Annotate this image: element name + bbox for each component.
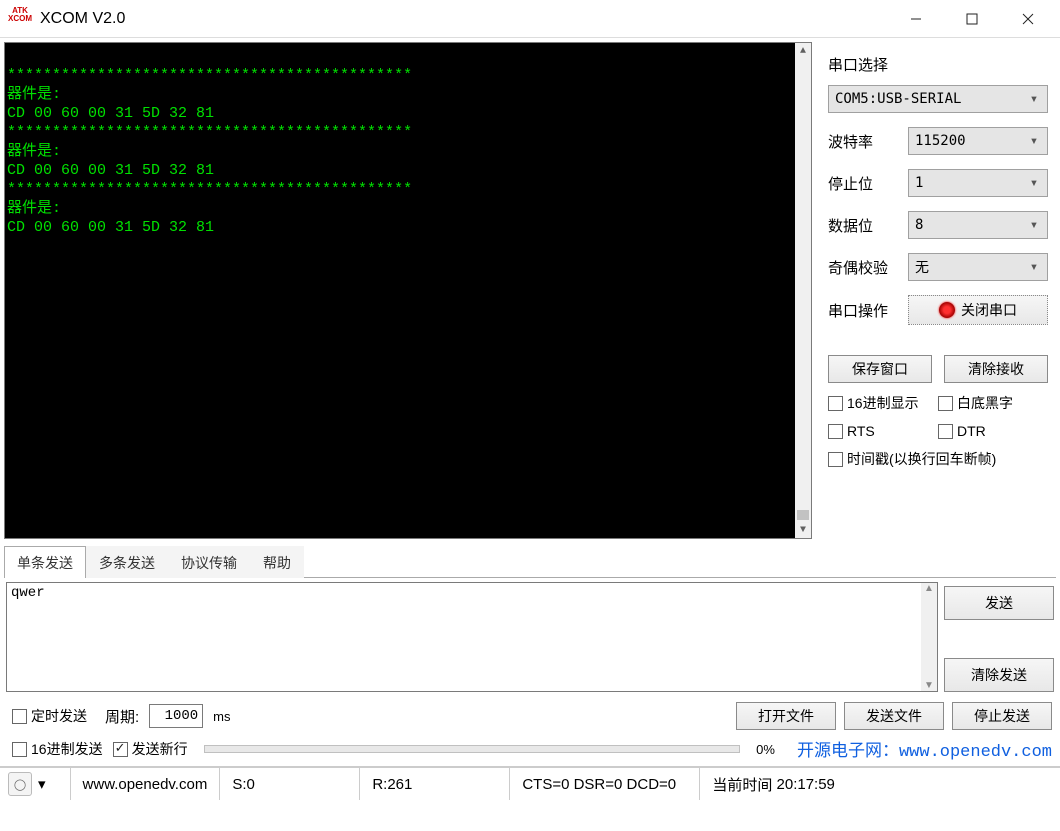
- timed-send-checkbox[interactable]: 定时发送: [12, 706, 87, 726]
- period-input[interactable]: [149, 704, 203, 728]
- close-port-label: 关闭串口: [961, 300, 1017, 320]
- baud-select[interactable]: 115200 ▾: [908, 127, 1048, 155]
- tab-help[interactable]: 帮助: [250, 546, 304, 578]
- chevron-down-icon: ▾: [1025, 132, 1043, 150]
- main-area: ****************************************…: [0, 38, 1060, 543]
- timestamp-checkbox[interactable]: 时间戳(以换行回车断帧): [828, 449, 1048, 469]
- status-time: 当前时间 20:17:59: [699, 768, 847, 800]
- baud-value: 115200: [915, 133, 966, 149]
- stopbit-value: 1: [915, 175, 923, 191]
- save-window-button[interactable]: 保存窗口: [828, 355, 932, 383]
- port-status-led-icon: [939, 302, 955, 318]
- send-scrollbar[interactable]: ▲ ▼: [921, 583, 937, 691]
- statusbar: ◯ ▾ www.openedv.com S:0 R:261 CTS=0 DSR=…: [0, 766, 1060, 800]
- tab-multi-send[interactable]: 多条发送: [86, 546, 168, 578]
- send-progress-bar: [204, 745, 741, 753]
- close-button[interactable]: [1000, 1, 1056, 37]
- website-link[interactable]: www.openedv.com: [899, 743, 1052, 762]
- status-signals: CTS=0 DSR=0 DCD=0: [509, 768, 699, 800]
- dtr-checkbox[interactable]: DTR: [938, 423, 1048, 439]
- serial-select-label: 串口选择: [828, 54, 1048, 75]
- chevron-down-icon: ▾: [1025, 174, 1043, 192]
- serial-settings-panel: 串口选择 COM5:USB-SERIAL ▾ 波特率 115200 ▾ 停止位 …: [820, 38, 1060, 543]
- send-text-content: qwer: [7, 583, 937, 603]
- receive-terminal[interactable]: ****************************************…: [4, 42, 812, 539]
- stop-send-button[interactable]: 停止发送: [952, 702, 1052, 730]
- period-unit: ms: [213, 709, 230, 724]
- period-label: 周期:: [105, 706, 139, 727]
- website-label: 开源电子网：: [797, 743, 899, 762]
- titlebar: ATKXCOM XCOM V2.0: [0, 0, 1060, 38]
- databit-label: 数据位: [828, 215, 908, 236]
- status-recv: R:261: [359, 768, 509, 800]
- clear-send-button[interactable]: 清除发送: [944, 658, 1054, 692]
- clear-receive-button[interactable]: 清除接收: [944, 355, 1048, 383]
- tab-single-send[interactable]: 单条发送: [4, 546, 86, 578]
- chevron-down-icon: ▾: [1025, 216, 1043, 234]
- maximize-button[interactable]: [944, 1, 1000, 37]
- minimize-button[interactable]: [888, 1, 944, 37]
- hex-display-checkbox[interactable]: 16进制显示: [828, 393, 938, 413]
- scroll-up-icon[interactable]: ▲: [795, 43, 811, 59]
- send-textarea[interactable]: qwer ▲ ▼: [6, 582, 938, 692]
- status-nav-button[interactable]: ◯: [8, 772, 32, 796]
- status-sent: S:0: [219, 768, 359, 800]
- app-icon: ATKXCOM: [8, 7, 32, 31]
- rts-checkbox[interactable]: RTS: [828, 423, 938, 439]
- send-progress-pct: 0%: [756, 742, 775, 757]
- chevron-down-icon: ▾: [1025, 90, 1043, 108]
- stopbit-label: 停止位: [828, 173, 908, 194]
- port-select[interactable]: COM5:USB-SERIAL ▾: [828, 85, 1048, 113]
- status-website[interactable]: www.openedv.com: [70, 768, 220, 800]
- stopbit-select[interactable]: 1 ▾: [908, 169, 1048, 197]
- port-select-value: COM5:USB-SERIAL: [835, 91, 961, 107]
- open-file-button[interactable]: 打开文件: [736, 702, 836, 730]
- port-op-label: 串口操作: [828, 300, 908, 321]
- send-file-button[interactable]: 发送文件: [844, 702, 944, 730]
- status-dropdown[interactable]: ▾: [38, 775, 58, 793]
- hex-send-checkbox[interactable]: 16进制发送: [12, 739, 103, 759]
- parity-label: 奇偶校验: [828, 257, 908, 278]
- white-bg-checkbox[interactable]: 白底黑字: [938, 393, 1048, 413]
- tab-protocol[interactable]: 协议传输: [168, 546, 250, 578]
- terminal-output: ****************************************…: [7, 66, 809, 237]
- close-port-button[interactable]: 关闭串口: [908, 295, 1048, 325]
- parity-select[interactable]: 无 ▾: [908, 253, 1048, 281]
- chevron-down-icon: ▾: [1025, 258, 1043, 276]
- databit-value: 8: [915, 217, 923, 233]
- baud-label: 波特率: [828, 131, 908, 152]
- scroll-down-icon[interactable]: ▼: [795, 522, 811, 538]
- window-title: XCOM V2.0: [40, 10, 125, 28]
- databit-select[interactable]: 8 ▾: [908, 211, 1048, 239]
- terminal-scrollbar[interactable]: ▲ ▼: [795, 43, 811, 538]
- send-newline-checkbox[interactable]: ✓发送新行: [113, 739, 188, 759]
- send-tabs: 单条发送 多条发送 协议传输 帮助: [4, 545, 1056, 578]
- parity-value: 无: [915, 257, 929, 277]
- send-button[interactable]: 发送: [944, 586, 1054, 620]
